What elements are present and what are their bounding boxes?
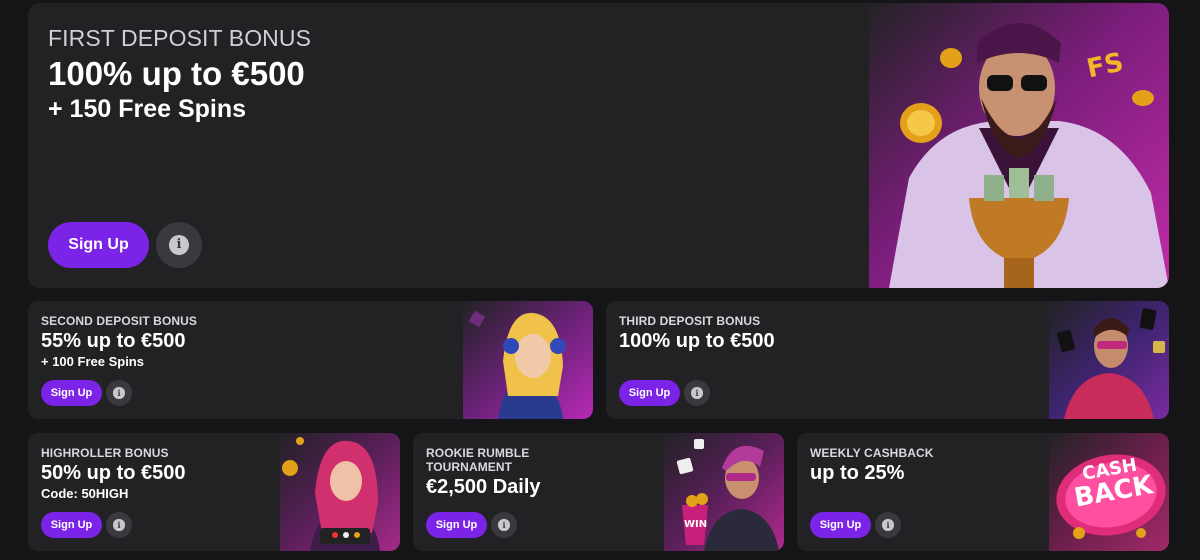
- promo-subline: + 100 Free Spins: [41, 354, 144, 369]
- info-icon: i: [113, 519, 125, 531]
- promo-eyebrow-line1: ROOKIE RUMBLE: [426, 446, 530, 460]
- sign-up-button[interactable]: Sign Up: [48, 222, 149, 268]
- rookie-gamer-illustration: WIN: [664, 433, 784, 551]
- promo-eyebrow-line2: TOURNAMENT: [426, 460, 513, 474]
- win-badge: WIN: [684, 519, 708, 530]
- promo-eyebrow: FIRST DEPOSIT BONUS: [48, 25, 312, 51]
- promo-eyebrow: THIRD DEPOSIT BONUS: [619, 314, 761, 328]
- info-icon: i: [168, 234, 190, 256]
- sign-up-button[interactable]: Sign Up: [619, 380, 680, 406]
- promo-headline: 100% up to €500: [619, 330, 775, 352]
- promo-headline: 100% up to €500: [48, 55, 305, 92]
- promo-eyebrow: HIGHROLLER BONUS: [41, 446, 169, 460]
- promo-headline: €2,500 Daily: [426, 476, 541, 498]
- card-player-illustration: [1049, 301, 1169, 419]
- promo-headline: 50% up to €500: [41, 462, 186, 484]
- third-deposit-bonus-card: THIRD DEPOSIT BONUS 100% up to €500 Sign…: [606, 301, 1169, 419]
- sign-up-button[interactable]: Sign Up: [41, 380, 102, 406]
- promo-headline: up to 25%: [810, 462, 905, 484]
- second-deposit-bonus-card: SECOND DEPOSIT BONUS 55% up to €500 + 10…: [28, 301, 593, 419]
- sign-up-button[interactable]: Sign Up: [426, 512, 487, 538]
- hero-character-illustration: FS: [869, 3, 1169, 288]
- highroller-woman-illustration: [280, 433, 400, 551]
- info-button[interactable]: i: [875, 512, 901, 538]
- promo-eyebrow: SECOND DEPOSIT BONUS: [41, 314, 198, 328]
- sign-up-button[interactable]: Sign Up: [41, 512, 102, 538]
- promo-eyebrow: ROOKIE RUMBLE TOURNAMENT: [426, 446, 529, 474]
- info-icon: i: [113, 387, 125, 399]
- promo-eyebrow: WEEKLY CASHBACK: [810, 446, 934, 460]
- info-button[interactable]: i: [684, 380, 710, 406]
- info-icon: i: [498, 519, 510, 531]
- promo-code: Code: 50HIGH: [41, 486, 129, 501]
- rookie-rumble-tournament-card: ROOKIE RUMBLE TOURNAMENT €2,500 Daily Si…: [413, 433, 784, 551]
- info-button[interactable]: i: [106, 512, 132, 538]
- highroller-bonus-card: HIGHROLLER BONUS 50% up to €500 Code: 50…: [28, 433, 400, 551]
- info-button[interactable]: i: [491, 512, 517, 538]
- promo-subline: + 150 Free Spins: [48, 95, 247, 123]
- weekly-cashback-card: WEEKLY CASHBACK up to 25% Sign Up i CASH…: [797, 433, 1169, 551]
- gamer-girl-illustration: [463, 301, 593, 419]
- first-deposit-bonus-card: FIRST DEPOSIT BONUS 100% up to €500 + 15…: [28, 3, 1169, 288]
- info-icon: i: [882, 519, 894, 531]
- promo-headline: 55% up to €500: [41, 330, 186, 352]
- info-button[interactable]: i: [106, 380, 132, 406]
- info-button[interactable]: i: [156, 222, 202, 268]
- sign-up-button[interactable]: Sign Up: [810, 512, 871, 538]
- cashback-sign-illustration: CASH BACK: [1049, 433, 1169, 551]
- info-icon: i: [691, 387, 703, 399]
